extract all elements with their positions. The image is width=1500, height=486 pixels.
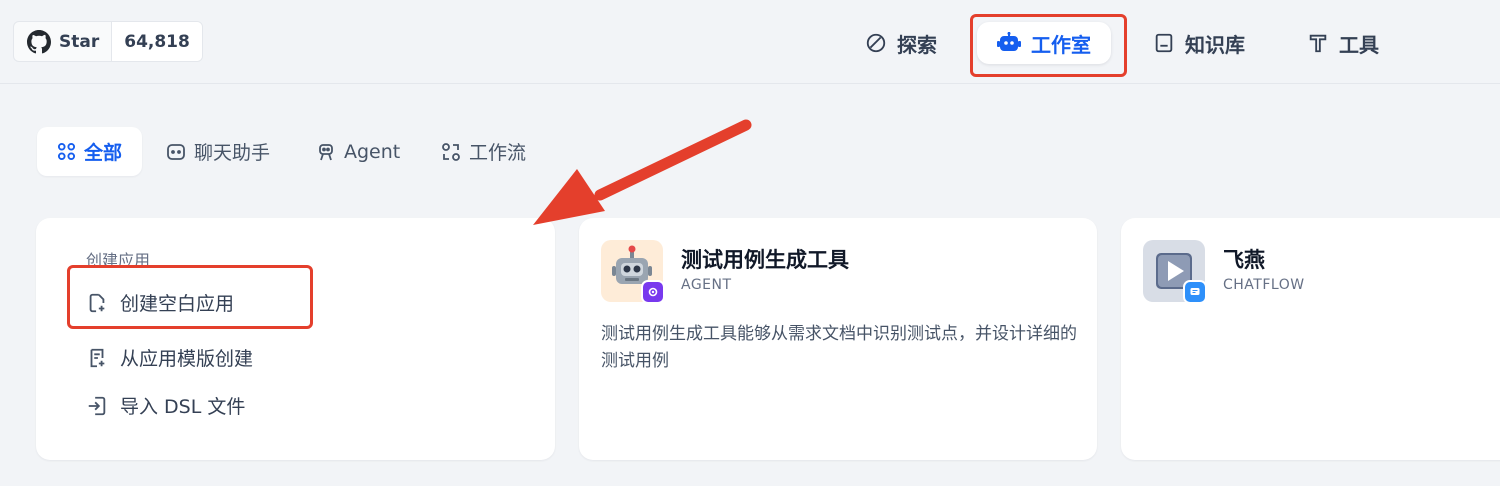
app-name: 飞燕 [1223,248,1265,272]
github-star-button[interactable]: Star [14,22,111,61]
tab-workflow[interactable]: 工作流 [421,127,546,176]
template-file-icon [90,348,105,367]
import-icon [88,396,106,415]
new-file-icon [89,293,105,312]
nav-explore-label: 探索 [897,32,937,57]
nav-tools-label: 工具 [1339,32,1379,57]
tab-workflow-label: 工作流 [469,142,527,164]
robot-icon [997,32,1021,51]
nav-studio[interactable]: 工作室 [977,22,1111,64]
github-star-label: Star [59,31,100,52]
workflow-icon [442,142,460,161]
tab-agent[interactable]: Agent [296,127,420,176]
github-star-widget[interactable]: Star 64,818 [13,21,203,62]
app-name: 测试用例生成工具 [681,248,849,272]
chat-bubble-icon [167,143,185,160]
tab-all[interactable]: 全部 [37,127,143,176]
create-app-card: 创建应用 创建空白应用 从应用模版创建 导入 DSL 文件 [36,218,555,460]
create-app-title: 创建应用 [86,251,151,270]
create-blank-label: 创建空白应用 [120,293,235,315]
grid-icon [57,142,76,161]
nav-studio-label: 工作室 [1031,32,1091,57]
app-card-feiyan[interactable]: 飞燕 CHATFLOW [1121,218,1500,460]
create-template-label: 从应用模版创建 [120,348,254,370]
hammer-icon [1309,34,1327,53]
import-dsl-button[interactable]: 导入 DSL 文件 [86,392,245,419]
nav-knowledge[interactable]: 知识库 [1133,22,1265,64]
import-dsl-label: 导入 DSL 文件 [120,396,246,418]
nav-knowledge-label: 知识库 [1185,32,1245,57]
tab-chat-label: 聊天助手 [194,142,271,164]
compass-icon [866,33,886,53]
tab-all-label: 全部 [84,142,123,164]
book-icon [1155,33,1173,53]
chatflow-badge-icon [1183,280,1207,304]
app-card-test-case-tool[interactable]: 测试用例生成工具 AGENT 测试用例生成工具能够从需求文档中识别测试点，并设计… [579,218,1097,460]
top-bar: Star 64,818 探索 工作室 知识库 工具 [0,0,1500,84]
github-icon [27,29,51,53]
nav-explore[interactable]: 探索 [845,22,957,64]
agent-badge-icon [641,280,665,304]
app-type: CHATFLOW [1223,277,1305,293]
tab-chat-assistant[interactable]: 聊天助手 [146,127,290,176]
github-star-count[interactable]: 64,818 [111,22,202,61]
app-type: AGENT [681,277,732,293]
app-description: 测试用例生成工具能够从需求文档中识别测试点，并设计详细的测试用例 [601,324,1077,371]
tab-agent-label: Agent [344,140,401,163]
agent-icon [319,143,333,160]
create-from-template-button[interactable]: 从应用模版创建 [86,344,253,371]
create-blank-app-button[interactable]: 创建空白应用 [86,289,234,316]
nav-tools[interactable]: 工具 [1287,22,1399,64]
